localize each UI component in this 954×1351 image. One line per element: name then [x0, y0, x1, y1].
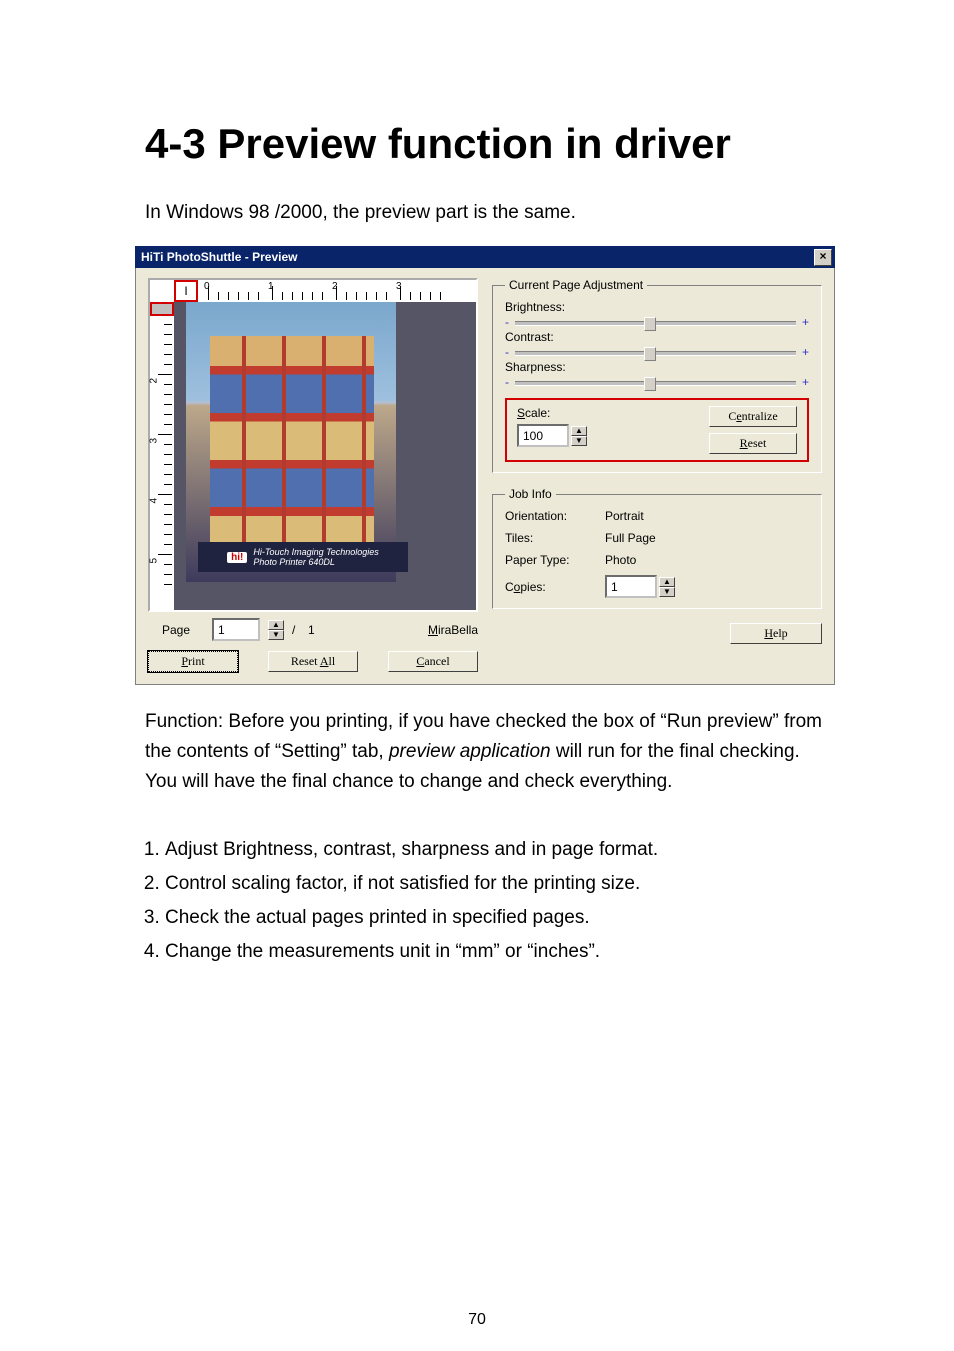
page-label: Page [148, 623, 204, 637]
contrast-slider[interactable] [515, 344, 796, 360]
centralize-button[interactable]: Centralize [709, 406, 797, 427]
preview-image[interactable]: hi! Hi-Touch Imaging TechnologiesPhoto P… [174, 302, 476, 610]
brightness-slider[interactable] [515, 314, 796, 330]
list-item: Adjust Brightness, contrast, sharpness a… [165, 833, 824, 867]
dialog-title: HiTi PhotoShuttle - Preview [141, 250, 297, 264]
scale-input[interactable]: 100 [517, 424, 569, 447]
minus-icon: - [505, 375, 509, 389]
logo: hi! [227, 552, 247, 563]
mirabella-label[interactable]: MiraBella [428, 623, 478, 637]
preview-canvas-area: I 0 1 2 3 [148, 278, 478, 612]
tiles-label: Tiles: [505, 531, 605, 545]
sharpness-label: Sharpness: [505, 360, 809, 374]
page-spinner[interactable]: ▲▼ [268, 620, 284, 640]
vertical-ruler: 2 3 4 5 [150, 302, 174, 610]
scale-label: Scale: [517, 406, 587, 420]
horizontal-ruler: I 0 1 2 3 [174, 280, 476, 302]
contrast-label: Contrast: [505, 330, 809, 344]
minus-icon: - [505, 345, 509, 359]
spin-up-icon[interactable]: ▲ [571, 426, 587, 436]
ruler-origin-highlight: I [174, 280, 198, 302]
spin-up-icon[interactable]: ▲ [268, 620, 284, 630]
current-page-adjustment-group: Current Page Adjustment Brightness: - + C… [492, 278, 822, 473]
orientation-value: Portrait [605, 509, 809, 523]
close-icon[interactable]: × [814, 249, 832, 266]
preview-dialog-screenshot: HiTi PhotoShuttle - Preview × I 0 1 2 [135, 246, 835, 685]
page-separator: / [292, 623, 295, 637]
plus-icon: + [802, 345, 809, 359]
page-input[interactable]: 1 [212, 618, 260, 641]
spin-down-icon[interactable]: ▼ [659, 587, 675, 597]
list-item: Check the actual pages printed in specif… [165, 901, 824, 935]
print-button[interactable]: Print [148, 651, 238, 672]
job-info-legend: Job Info [505, 487, 556, 501]
sharpness-slider[interactable] [515, 374, 796, 390]
scale-highlight-box: Scale: 100 ▲▼ Centralize Reset [505, 398, 809, 462]
page-total: 1 [303, 623, 319, 637]
paper-type-label: Paper Type: [505, 553, 605, 567]
copies-input[interactable]: 1 [605, 575, 657, 598]
photo-caption: Hi-Touch Imaging TechnologiesPhoto Print… [253, 547, 378, 567]
scale-spinner[interactable]: ▲▼ [571, 426, 587, 446]
copies-label: Copies: [505, 580, 605, 594]
ruler-label: 3 [149, 438, 160, 444]
job-info-group: Job Info Orientation: Portrait Tiles: Fu… [492, 487, 822, 609]
paper-type-value: Photo [605, 553, 809, 567]
ruler-origin-vert-highlight [150, 302, 174, 316]
reset-all-button[interactable]: Reset All [268, 651, 358, 672]
brightness-label: Brightness: [505, 300, 809, 314]
list-item: Change the measurements unit in “mm” or … [165, 935, 824, 969]
copies-spinner[interactable]: ▲▼ [659, 577, 675, 597]
ruler-label: 4 [149, 498, 160, 504]
cancel-button[interactable]: Cancel [388, 651, 478, 672]
list-item: Control scaling factor, if not satisfied… [165, 867, 824, 901]
minus-icon: - [505, 315, 509, 329]
tiles-value: Full Page [605, 531, 809, 545]
adjustment-legend: Current Page Adjustment [505, 278, 647, 292]
spin-down-icon[interactable]: ▼ [268, 630, 284, 640]
help-button[interactable]: Help [730, 623, 822, 644]
page-number: 70 [0, 1311, 954, 1329]
reset-button[interactable]: Reset [709, 433, 797, 454]
function-paragraph: Function: Before you printing, if you ha… [145, 707, 824, 797]
plus-icon: + [802, 375, 809, 389]
dialog-titlebar: HiTi PhotoShuttle - Preview × [135, 246, 835, 268]
intro-paragraph: In Windows 98 /2000, the preview part is… [145, 198, 824, 228]
spin-up-icon[interactable]: ▲ [659, 577, 675, 587]
section-heading: 4-3 Preview function in driver [145, 120, 824, 168]
plus-icon: + [802, 315, 809, 329]
feature-list: Adjust Brightness, contrast, sharpness a… [139, 833, 824, 969]
orientation-label: Orientation: [505, 509, 605, 523]
ruler-label: 5 [149, 558, 160, 564]
spin-down-icon[interactable]: ▼ [571, 436, 587, 446]
ruler-label: 2 [149, 378, 160, 384]
